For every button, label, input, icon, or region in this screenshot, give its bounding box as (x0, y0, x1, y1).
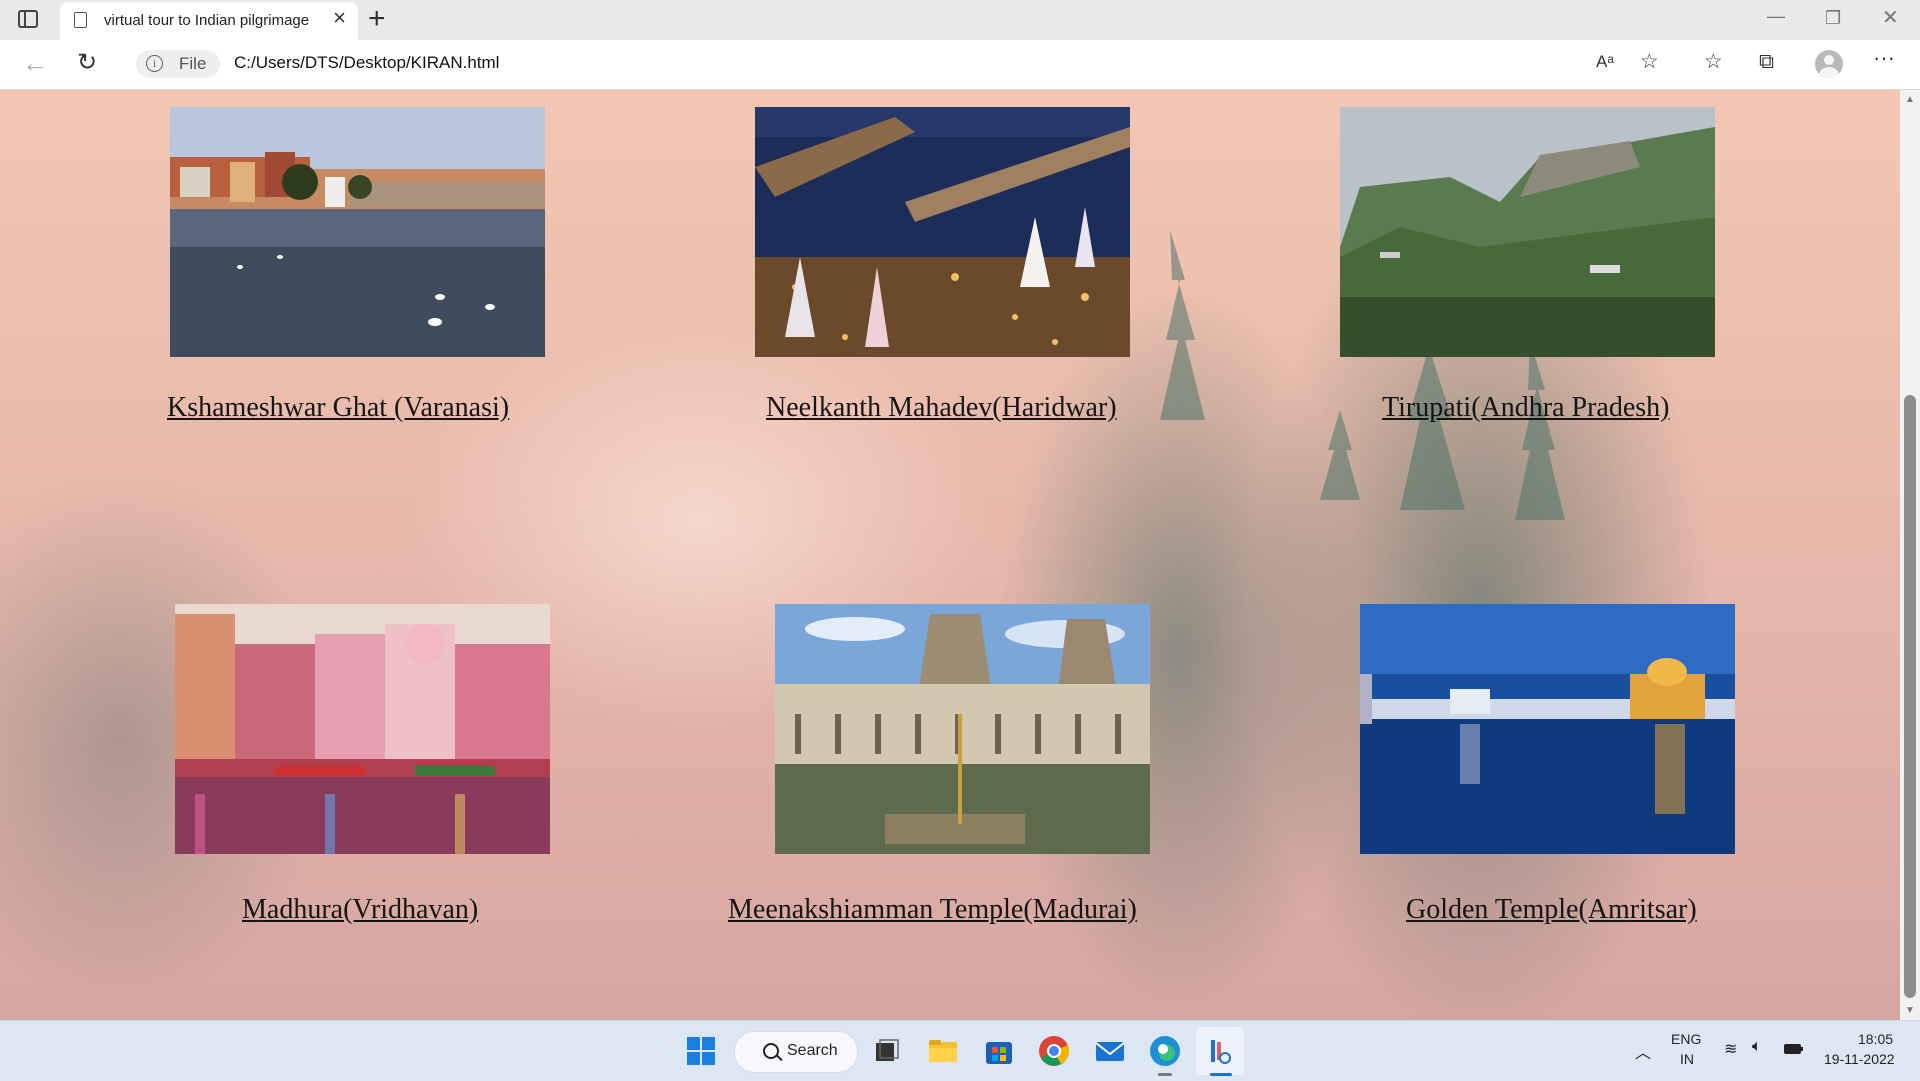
address-bar[interactable]: i File C:/Users/DTS/Desktop/KIRAN.html (126, 45, 1676, 83)
restore-icon[interactable]: ❐ (1825, 8, 1841, 29)
url-text: C:/Users/DTS/Desktop/KIRAN.html (234, 53, 500, 72)
close-window-icon[interactable]: ✕ (1882, 5, 1899, 30)
read-aloud-icon[interactable]: A͏ᵃ (1596, 50, 1614, 74)
edge-running-indicator (1158, 1073, 1172, 1076)
search-icon (763, 1043, 779, 1059)
place-link[interactable]: Tirupati(Andhra Pradesh) (1382, 392, 1669, 424)
tab-title: virtual tour to Indian pilgrimage (104, 12, 310, 29)
place-link[interactable]: Kshameshwar Ghat (Varanasi) (167, 392, 509, 424)
task-view-icon[interactable] (870, 1034, 904, 1068)
battery-icon[interactable] (1783, 1042, 1805, 1056)
address-toolbar: ← ↻ i File C:/Users/DTS/Desktop/KIRAN.ht… (0, 40, 1920, 90)
chrome-icon[interactable] (1037, 1034, 1071, 1068)
vertical-scrollbar[interactable]: ▲ ▼ (1900, 90, 1920, 1020)
language-indicator-line2[interactable]: IN (1680, 1051, 1694, 1067)
clock-time[interactable]: 18:05 (1858, 1031, 1893, 1047)
tab-current[interactable]: virtual tour to Indian pilgrimage × (60, 2, 358, 40)
madurai-temple-tank-photo[interactable] (775, 604, 1150, 854)
scrollbar-thumb[interactable] (1904, 395, 1916, 998)
wifi-icon[interactable]: ≋ (1724, 1039, 1737, 1059)
refresh-icon[interactable]: ↻ (77, 48, 97, 78)
mathura-ghat-photo[interactable] (175, 604, 550, 854)
volume-icon[interactable]: 🔈︎ (1752, 1038, 1762, 1056)
add-favorite-icon[interactable]: ☆ (1640, 50, 1659, 74)
haridwar-night-ghat-photo[interactable] (755, 107, 1130, 357)
collections-icon[interactable]: ⧉ (1759, 50, 1774, 74)
clock-date[interactable]: 19-11-2022 (1824, 1051, 1895, 1067)
file-explorer-icon[interactable] (926, 1034, 960, 1068)
place-link[interactable]: Golden Temple(Amritsar) (1406, 894, 1697, 926)
snipping-tool-icon[interactable] (1203, 1034, 1237, 1068)
new-tab-button[interactable]: + (368, 3, 386, 35)
place-link[interactable]: Madhura(Vridhavan) (242, 894, 478, 926)
place-link[interactable]: Neelkanth Mahadev(Haridwar) (766, 392, 1117, 424)
place-link[interactable]: Meenakshiamman Temple(Madurai) (728, 894, 1137, 926)
start-icon[interactable] (684, 1034, 718, 1068)
page-content: Kshameshwar Ghat (Varanasi) Neelkanth Ma… (0, 90, 1900, 1020)
minimize-icon[interactable]: — (1767, 6, 1785, 27)
site-info-label: File (179, 54, 207, 73)
tab-actions-icon[interactable] (18, 10, 38, 28)
active-app-indicator (1210, 1073, 1232, 1076)
favorites-icon[interactable]: ☆ (1704, 50, 1723, 74)
scroll-up-icon[interactable]: ▲ (1905, 94, 1915, 105)
close-tab-icon[interactable]: × (333, 7, 346, 29)
more-options-icon[interactable]: ··· (1873, 46, 1895, 70)
edge-icon[interactable] (1148, 1034, 1182, 1068)
language-indicator-line1[interactable]: ENG (1671, 1031, 1701, 1047)
site-info-button[interactable]: i File (136, 50, 220, 78)
store-icon[interactable] (982, 1034, 1016, 1068)
taskbar-search[interactable]: Search (734, 1031, 858, 1073)
tab-strip: virtual tour to Indian pilgrimage × + — … (0, 0, 1920, 40)
windows-taskbar: Search ︿ ENG IN ≋ 🔈︎ 18:05 19-11-2022 (0, 1020, 1920, 1081)
show-hidden-icons-chevron-icon[interactable]: ︿ (1635, 1039, 1651, 1063)
varanasi-ghat-photo[interactable] (170, 107, 545, 357)
back-icon[interactable]: ← (22, 48, 48, 78)
page-icon (74, 12, 87, 28)
scroll-down-icon[interactable]: ▼ (1905, 1005, 1915, 1016)
mail-icon[interactable] (1093, 1034, 1127, 1068)
profile-avatar[interactable] (1815, 50, 1843, 78)
taskbar-search-label: Search (787, 1042, 838, 1059)
tirumala-hills-photo[interactable] (1340, 107, 1715, 357)
info-icon: i (146, 55, 163, 72)
golden-temple-photo[interactable] (1360, 604, 1735, 854)
